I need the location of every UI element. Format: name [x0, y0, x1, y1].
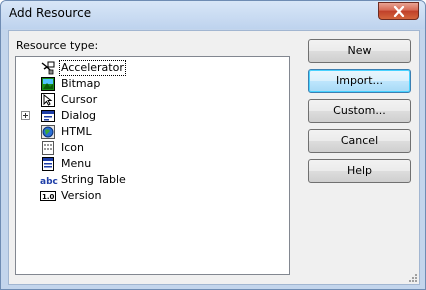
close-icon	[393, 6, 405, 17]
close-button[interactable]	[378, 2, 419, 20]
resize-grip-icon[interactable]	[407, 272, 418, 283]
tree-item-html[interactable]: HTML	[16, 124, 286, 140]
tree-item-dialog[interactable]: Dialog	[16, 108, 286, 124]
version-icon: 1.0	[40, 188, 56, 204]
window-title: Add Resource	[9, 6, 92, 20]
bitmap-icon	[40, 76, 56, 92]
resource-type-label: Resource type:	[16, 39, 99, 52]
title-bar[interactable]: Add Resource	[1, 1, 425, 29]
tree-item-label: Dialog	[61, 109, 97, 122]
tree-item-label: String Table	[61, 173, 126, 186]
tree-item-cursor[interactable]: Cursor	[16, 92, 286, 108]
menu-icon	[40, 156, 56, 172]
tree-item-string-table[interactable]: abc String Table	[16, 172, 286, 188]
tree-item-label: Cursor	[61, 93, 98, 106]
custom-button[interactable]: Custom...	[308, 99, 411, 123]
import-button[interactable]: Import...	[308, 69, 411, 93]
svg-text:abc: abc	[40, 177, 58, 187]
html-icon	[40, 124, 56, 140]
icon-resource-icon	[40, 140, 56, 156]
tree-item-label: Accelerator	[59, 60, 126, 76]
tree-item-label: Icon	[61, 141, 84, 154]
svg-text:1.0: 1.0	[42, 193, 55, 201]
dialog-client-area: Resource type: Accelerator Bitmap Cursor…	[8, 30, 420, 285]
string-table-icon: abc	[40, 172, 58, 188]
tree-item-label: Bitmap	[61, 77, 101, 90]
cancel-button[interactable]: Cancel	[308, 129, 411, 153]
tree-item-icon[interactable]: Icon	[16, 140, 286, 156]
accelerator-icon	[40, 60, 56, 76]
help-button[interactable]: Help	[308, 159, 411, 183]
expand-icon[interactable]	[21, 111, 30, 120]
resource-type-tree[interactable]: Accelerator Bitmap Cursor Dialog HTML Ic…	[15, 56, 290, 275]
add-resource-dialog: Add Resource Resource type: Accelerator	[0, 0, 426, 290]
tree-item-label: Version	[61, 189, 102, 202]
cursor-icon	[40, 92, 56, 108]
tree-item-bitmap[interactable]: Bitmap	[16, 76, 286, 92]
tree-item-accelerator[interactable]: Accelerator	[16, 60, 286, 76]
new-button[interactable]: New	[308, 39, 411, 63]
tree-item-label: Menu	[61, 157, 92, 170]
dialog-icon	[40, 108, 56, 124]
tree-item-menu[interactable]: Menu	[16, 156, 286, 172]
tree-item-label: HTML	[61, 125, 92, 138]
tree-item-version[interactable]: 1.0 Version	[16, 188, 286, 204]
